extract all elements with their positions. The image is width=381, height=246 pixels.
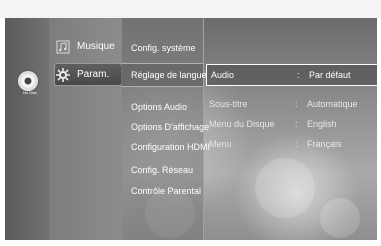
setting-row-menu-disque[interactable]: Menu du Disque : English bbox=[209, 114, 377, 134]
separator: : bbox=[295, 99, 298, 109]
top-bar bbox=[0, 0, 381, 18]
submenu-item-controle-parental[interactable]: Contrôle Parental bbox=[131, 186, 201, 196]
language-settings-panel: Audio : Par défaut Sous-titre : Automati… bbox=[203, 18, 377, 240]
setting-value: Français bbox=[307, 139, 342, 149]
settings-screen: No Disc Musique Param. Config. système R… bbox=[5, 18, 377, 240]
separator: : bbox=[295, 119, 298, 129]
separator: : bbox=[297, 70, 300, 80]
music-icon bbox=[55, 40, 71, 54]
submenu-item-options-affichage[interactable]: Options D'affichage bbox=[131, 122, 209, 132]
setting-row-audio[interactable]: Audio : Par défaut bbox=[206, 64, 377, 86]
submenu-item-config-systeme[interactable]: Config. système bbox=[131, 43, 196, 53]
submenu-item-options-audio[interactable]: Options Audio bbox=[131, 102, 187, 112]
setting-label: Sous-titre bbox=[209, 99, 248, 109]
setting-row-sous-titre[interactable]: Sous-titre : Automatique bbox=[209, 94, 377, 114]
setting-label: Menu du Disque bbox=[209, 119, 275, 129]
separator: : bbox=[295, 139, 298, 149]
setting-row-menu[interactable]: Menu : Français bbox=[209, 134, 377, 154]
disc-status-label: No Disc bbox=[22, 90, 37, 95]
setting-label: Audio bbox=[211, 70, 235, 80]
disc-panel: No Disc bbox=[5, 18, 49, 240]
main-menu-item-musique[interactable]: Musique bbox=[55, 36, 121, 57]
gear-icon bbox=[55, 67, 71, 82]
main-menu-label: Param. bbox=[77, 69, 110, 80]
setting-value: Par défaut bbox=[309, 70, 351, 80]
setting-label: Menu bbox=[209, 139, 232, 149]
setting-value: English bbox=[307, 119, 337, 129]
submenu-item-reglage-langue[interactable]: Réglage de langue bbox=[131, 70, 207, 80]
disc-icon bbox=[18, 71, 38, 91]
submenu-item-configuration-hdmi[interactable]: Configuration HDMI bbox=[131, 142, 210, 152]
main-menu-label: Musique bbox=[77, 41, 115, 52]
setting-value: Automatique bbox=[307, 99, 358, 109]
main-menu: Musique Param. bbox=[49, 18, 122, 240]
main-menu-item-param[interactable]: Param. bbox=[54, 63, 122, 86]
settings-submenu: Config. système Réglage de langue Option… bbox=[121, 18, 210, 240]
submenu-item-config-reseau[interactable]: Config. Réseau bbox=[131, 165, 193, 175]
